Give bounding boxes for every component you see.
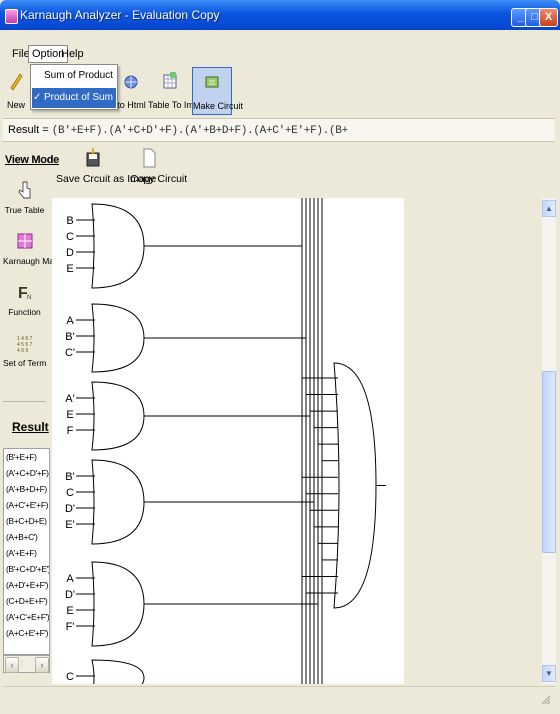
result-bar: Result = (B'+E+F).(A'+C+D'+F).(A'+B+D+F)… (3, 118, 555, 142)
status-bar (3, 686, 555, 709)
or-gate-shape (91, 561, 145, 647)
sum-of-product-label: Sum of Product (44, 70, 113, 81)
gate-input-label: C (66, 487, 74, 499)
function-label: Function (8, 307, 41, 317)
gate-input-label: E (66, 263, 73, 275)
or-gate-shape (91, 203, 145, 289)
gate-input-label: A' (65, 393, 74, 405)
circuit-canvas[interactable]: B C D E A B' C' A' E F B' C D' E' A D' E F' C (52, 198, 404, 684)
app-icon (5, 9, 18, 24)
circuit-toolbar: Save Crcuit as Image Copy Circuit (52, 143, 555, 198)
result-list-item[interactable]: (A'+E+F) (4, 545, 49, 561)
result-list-item[interactable]: (B'+C+D'+E') (4, 561, 49, 577)
circuit-vscrollbar[interactable]: ▲ ▼ (542, 198, 556, 684)
table-image-icon (163, 72, 177, 89)
scroll-grip-icon: ⁞ (21, 660, 23, 667)
result-list-item[interactable]: (C+D+E+F') (4, 593, 49, 609)
window-title: Karnaugh Analyzer - Evaluation Copy (20, 8, 220, 22)
scroll-left-arrow-icon[interactable]: ‹ (5, 657, 19, 673)
gate-input-label: E (66, 409, 73, 421)
gate-input-label: A (66, 573, 74, 585)
gate-input-label: E (66, 605, 73, 617)
make-circuit-label: Make Circuit (193, 101, 244, 111)
gate-input-label: D (66, 247, 74, 259)
gate-input-label: E' (65, 519, 74, 531)
function-icon: FN (18, 285, 31, 302)
table-to-image-button[interactable]: Table To Image (148, 67, 209, 113)
divider (3, 401, 46, 402)
gate-input-label: D' (65, 589, 75, 601)
result-list-hscrollbar[interactable]: ‹ ⁞ › (3, 655, 50, 673)
gate-input-label: F' (66, 621, 75, 633)
gate-input-label: A (66, 315, 74, 327)
copy-circuit-button[interactable]: Copy Circuit (130, 145, 187, 185)
copy-circuit-label: Copy Circuit (130, 173, 188, 185)
gate-input-label: F (67, 425, 74, 437)
gate-input-label: C (66, 671, 74, 683)
gate-input-label: C' (65, 347, 75, 359)
gate-input-label: B' (65, 331, 74, 343)
pencil-icon (10, 73, 23, 91)
new-button[interactable]: New (5, 67, 27, 113)
view-function[interactable]: FN Function (3, 281, 46, 317)
result-list-item[interactable]: (A'+C'+E+F') (4, 609, 49, 625)
or-gate-shape (91, 659, 145, 684)
gate-input-label: D' (65, 503, 75, 515)
scroll-right-arrow-icon[interactable]: › (35, 657, 49, 673)
menu-help[interactable]: Help (58, 46, 87, 62)
karnaugh-map-label: Karnaugh Map (3, 256, 59, 266)
set-of-term-label: Set of Term (3, 358, 47, 368)
result-list[interactable]: (B'+E+F) (A'+C+D'+F) (A'+B+D+F) (A+C'+E'+F)… (3, 448, 50, 655)
option-dropdown: Sum of Product ✓ Product of Sum (30, 64, 118, 110)
resize-grip-icon[interactable] (541, 695, 551, 705)
globe-icon (124, 75, 138, 89)
or-gate-shape (91, 381, 145, 451)
result-list-item[interactable]: (B+C+D+E) (4, 513, 49, 529)
result-list-item[interactable]: (A+C'+E'+F) (4, 497, 49, 513)
product-of-sum-label: Product of Sum (44, 92, 113, 103)
new-label: New (6, 100, 25, 110)
view-mode-title: View Mode (5, 154, 59, 166)
save-disk-icon (86, 148, 100, 167)
result-list-item[interactable]: (B'+E+F) (4, 449, 49, 465)
hand-cursor-icon (17, 181, 30, 199)
svg-text:4 8 9: 4 8 9 (17, 348, 28, 354)
check-icon: ✓ (33, 92, 42, 103)
view-true-table[interactable]: True Table (3, 179, 46, 215)
scroll-down-arrow-icon[interactable]: ▼ (542, 665, 556, 682)
copy-page-icon (143, 148, 156, 168)
or-gate-shape (91, 459, 145, 545)
result-list-item[interactable]: (A+C+E'+F') (4, 625, 49, 641)
result-label: Result = (8, 124, 49, 136)
result-list-item[interactable]: (A+D'+E+F') (4, 577, 49, 593)
svg-text:N: N (27, 295, 31, 301)
result-list-item[interactable]: (A'+C+D'+F) (4, 465, 49, 481)
scroll-thumb[interactable] (542, 371, 556, 553)
result-list-item[interactable]: (A'+B+D+F) (4, 481, 49, 497)
result-list-item[interactable]: (A+B+C') (4, 529, 49, 545)
or-gate-shape (91, 303, 145, 373)
final-or-gate-shape (333, 362, 377, 609)
circuit-icon (205, 76, 219, 88)
view-karnaugh-map[interactable]: Karnaugh Map (3, 230, 59, 266)
gate-input-label: B' (65, 471, 74, 483)
view-mode-panel: View Mode True Table Karnaugh Map FN Fun… (3, 143, 59, 683)
close-button[interactable]: X (539, 8, 558, 27)
make-circuit-button[interactable]: Make Circuit (192, 67, 244, 115)
gate-input-label: C (66, 231, 74, 243)
save-circuit-image-button[interactable]: Save Crcuit as Image (56, 145, 156, 185)
table-to-image-label: Table To Image (148, 100, 209, 110)
menu-item-sum-of-product[interactable]: Sum of Product (32, 66, 116, 86)
set-of-term-icon: 1 4 8 74 5 6 74 8 9 (17, 336, 33, 354)
result-panel-title: Result (12, 420, 49, 434)
logic-circuit-diagram: BCDEAB'C'A'EFB'CD'E'AD'EF'C (65, 198, 386, 684)
menu-bar: File Option Help (3, 43, 555, 63)
view-set-of-term[interactable]: 1 4 8 74 5 6 74 8 9 Set of Term (3, 332, 46, 368)
scroll-up-arrow-icon[interactable]: ▲ (542, 200, 556, 217)
gate-input-label: B (66, 215, 73, 227)
result-expression[interactable]: (B'+E+F).(A'+C+D'+F).(A'+B+D+F).(A+C'+E'… (52, 125, 348, 137)
menu-item-product-of-sum[interactable]: ✓ Product of Sum (32, 88, 116, 108)
karnaugh-map-icon (17, 233, 32, 249)
true-table-label: True Table (4, 205, 45, 215)
